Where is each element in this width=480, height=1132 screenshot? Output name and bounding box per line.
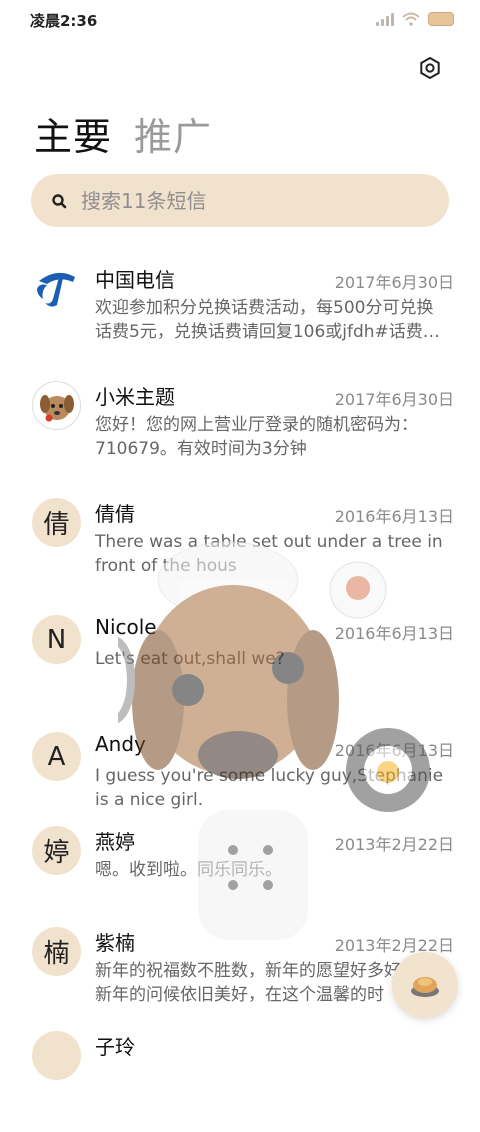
conversation-item[interactable]: 倩 倩倩 2016年6月13日 There was a table set ou… xyxy=(0,482,480,599)
contact-avatar: 倩 xyxy=(32,498,81,547)
conversation-item[interactable]: 中国电信 2017年6月30日 欢迎参加积分兑换话费活动，每500分可兑换话费5… xyxy=(0,248,480,365)
pancake-icon xyxy=(411,977,439,997)
status-time: 凌晨2:36 xyxy=(30,12,98,30)
contact-avatar xyxy=(32,1031,81,1080)
search-icon xyxy=(52,193,67,208)
conversation-item[interactable]: 小米主题 2017年6月30日 您好！您的网上营业厅登录的随机密码为：71067… xyxy=(0,365,480,482)
china-telecom-logo-icon xyxy=(32,264,81,313)
message-date: 2013年2月22日 xyxy=(334,936,454,955)
message-date: 2016年6月13日 xyxy=(334,624,454,643)
contact-avatar: N xyxy=(32,615,81,664)
puppy-avatar-icon xyxy=(32,381,81,430)
sender-name: 中国电信 xyxy=(95,268,175,292)
conversation-item[interactable]: A Andy 2016年6月13日 I guess you're some lu… xyxy=(0,716,480,810)
tab-bar: 主要 推广 xyxy=(34,106,212,161)
search-input[interactable] xyxy=(79,187,403,214)
sender-name: 燕婷 xyxy=(95,830,135,854)
tab-promotions[interactable]: 推广 xyxy=(134,106,212,161)
sender-name: 子玲 xyxy=(95,1035,135,1059)
contact-avatar: A xyxy=(32,732,81,781)
conversation-item[interactable]: 婷 燕婷 2013年2月22日 嗯。收到啦。同乐同乐。 xyxy=(0,810,480,911)
signal-icon xyxy=(376,12,394,26)
message-date: 2016年6月13日 xyxy=(334,507,454,526)
search-bar[interactable] xyxy=(31,174,449,227)
sender-name: Andy xyxy=(95,732,146,756)
theme-fab-button[interactable] xyxy=(392,952,458,1018)
message-preview: 嗯。收到啦。同乐同乐。 xyxy=(95,860,282,880)
conversation-item[interactable]: N Nicole 2016年6月13日 Let's eat out,shall … xyxy=(0,599,480,716)
message-preview: I guess you're some lucky guy,Stephanie … xyxy=(95,766,444,810)
wifi-icon xyxy=(402,12,420,26)
message-date: 2017年6月30日 xyxy=(334,273,454,292)
message-preview: Let's eat out,shall we? xyxy=(95,649,285,669)
message-date: 2016年6月13日 xyxy=(334,741,454,760)
status-bar: 凌晨2:36 xyxy=(0,0,480,40)
message-date: 2013年2月22日 xyxy=(334,835,454,854)
settings-gear-icon[interactable] xyxy=(418,56,442,80)
sender-name: 小米主题 xyxy=(95,385,175,409)
tab-primary[interactable]: 主要 xyxy=(34,106,112,161)
message-preview: There was a table set out under a tree i… xyxy=(95,532,443,576)
sender-name: 紫楠 xyxy=(95,931,135,955)
status-icons xyxy=(376,12,454,26)
sender-name: Nicole xyxy=(95,615,157,639)
contact-avatar: 楠 xyxy=(32,927,81,976)
message-preview: 您好！您的网上营业厅登录的随机密码为：710679。有效时间为3分钟 xyxy=(95,415,418,459)
message-preview: 欢迎参加积分兑换话费活动，每500分可兑换话费5元，兑换话费请回复106或jfd… xyxy=(95,298,440,342)
message-date: 2017年6月30日 xyxy=(334,390,454,409)
contact-avatar: 婷 xyxy=(32,826,81,875)
battery-icon xyxy=(428,12,454,26)
conversation-item[interactable]: 子玲 xyxy=(0,1015,480,1132)
sender-name: 倩倩 xyxy=(95,502,135,526)
